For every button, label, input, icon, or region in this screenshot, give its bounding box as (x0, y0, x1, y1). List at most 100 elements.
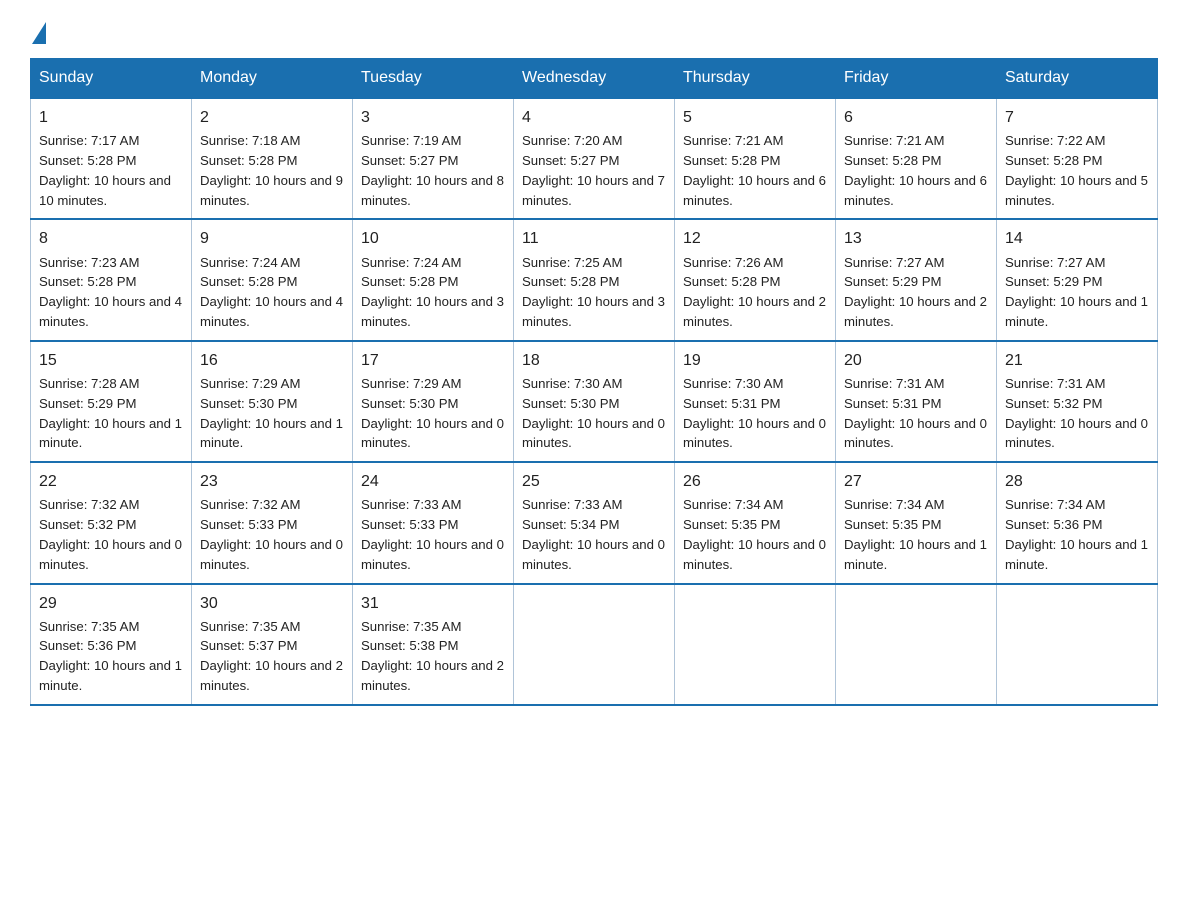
weekday-header-row: SundayMondayTuesdayWednesdayThursdayFrid… (31, 59, 1158, 99)
day-info: Sunrise: 7:18 AMSunset: 5:28 PMDaylight:… (200, 131, 344, 210)
calendar-cell: 24Sunrise: 7:33 AMSunset: 5:33 PMDayligh… (353, 462, 514, 583)
calendar-cell: 12 Sunrise: 7:26 AMSunset: 5:28 PMDayligh… (675, 219, 836, 340)
day-info: Sunrise: 7:21 AMSunset: 5:28 PMDaylight:… (844, 131, 988, 210)
calendar-cell: 14Sunrise: 7:27 AMSunset: 5:29 PMDayligh… (997, 219, 1158, 340)
day-number: 18 (522, 349, 666, 372)
calendar-week-row: 15Sunrise: 7:28 AMSunset: 5:29 PMDayligh… (31, 341, 1158, 462)
day-number: 30 (200, 592, 344, 615)
day-info: Sunrise: 7:26 AMSunset: 5:28 PMDaylight:… (683, 253, 827, 332)
day-number: 16 (200, 349, 344, 372)
day-info: Sunrise: 7:35 AMSunset: 5:38 PMDaylight:… (361, 617, 505, 696)
day-number: 1 (39, 106, 183, 129)
day-number: 27 (844, 470, 988, 493)
day-number: 24 (361, 470, 505, 493)
calendar-cell: 28Sunrise: 7:34 AMSunset: 5:36 PMDayligh… (997, 462, 1158, 583)
calendar-cell: 30Sunrise: 7:35 AMSunset: 5:37 PMDayligh… (192, 584, 353, 705)
day-number: 20 (844, 349, 988, 372)
calendar-cell: 5Sunrise: 7:21 AMSunset: 5:28 PMDaylight… (675, 98, 836, 219)
day-info: Sunrise: 7:27 AMSunset: 5:29 PMDaylight:… (1005, 253, 1149, 332)
calendar-cell: 15Sunrise: 7:28 AMSunset: 5:29 PMDayligh… (31, 341, 192, 462)
calendar-cell (514, 584, 675, 705)
calendar-cell: 1Sunrise: 7:17 AMSunset: 5:28 PMDaylight… (31, 98, 192, 219)
calendar-cell: 23Sunrise: 7:32 AMSunset: 5:33 PMDayligh… (192, 462, 353, 583)
calendar-week-row: 1Sunrise: 7:17 AMSunset: 5:28 PMDaylight… (31, 98, 1158, 219)
day-info: Sunrise: 7:28 AMSunset: 5:29 PMDaylight:… (39, 374, 183, 453)
weekday-header-saturday: Saturday (997, 59, 1158, 99)
day-info: Sunrise: 7:17 AMSunset: 5:28 PMDaylight:… (39, 131, 183, 210)
page-header (30, 20, 1158, 40)
calendar-cell: 3Sunrise: 7:19 AMSunset: 5:27 PMDaylight… (353, 98, 514, 219)
day-number: 13 (844, 227, 988, 250)
calendar-cell: 9Sunrise: 7:24 AMSunset: 5:28 PMDaylight… (192, 219, 353, 340)
calendar-cell: 11Sunrise: 7:25 AMSunset: 5:28 PMDayligh… (514, 219, 675, 340)
day-number: 26 (683, 470, 827, 493)
day-info: Sunrise: 7:35 AMSunset: 5:36 PMDaylight:… (39, 617, 183, 696)
day-info: Sunrise: 7:32 AMSunset: 5:32 PMDaylight:… (39, 495, 183, 574)
calendar-cell: 17Sunrise: 7:29 AMSunset: 5:30 PMDayligh… (353, 341, 514, 462)
calendar-cell: 10Sunrise: 7:24 AMSunset: 5:28 PMDayligh… (353, 219, 514, 340)
calendar-cell: 25Sunrise: 7:33 AMSunset: 5:34 PMDayligh… (514, 462, 675, 583)
calendar-cell: 16Sunrise: 7:29 AMSunset: 5:30 PMDayligh… (192, 341, 353, 462)
day-info: Sunrise: 7:33 AMSunset: 5:33 PMDaylight:… (361, 495, 505, 574)
calendar-cell: 7Sunrise: 7:22 AMSunset: 5:28 PMDaylight… (997, 98, 1158, 219)
day-number: 31 (361, 592, 505, 615)
day-info: Sunrise: 7:21 AMSunset: 5:28 PMDaylight:… (683, 131, 827, 210)
calendar-cell (836, 584, 997, 705)
day-info: Sunrise: 7:30 AMSunset: 5:31 PMDaylight:… (683, 374, 827, 453)
day-info: Sunrise: 7:32 AMSunset: 5:33 PMDaylight:… (200, 495, 344, 574)
day-info: Sunrise: 7:34 AMSunset: 5:36 PMDaylight:… (1005, 495, 1149, 574)
day-number: 12 (683, 227, 827, 250)
calendar-cell: 29Sunrise: 7:35 AMSunset: 5:36 PMDayligh… (31, 584, 192, 705)
day-info: Sunrise: 7:24 AMSunset: 5:28 PMDaylight:… (200, 253, 344, 332)
day-info: Sunrise: 7:22 AMSunset: 5:28 PMDaylight:… (1005, 131, 1149, 210)
day-info: Sunrise: 7:25 AMSunset: 5:28 PMDaylight:… (522, 253, 666, 332)
logo-triangle-icon (32, 22, 46, 44)
calendar-cell: 27Sunrise: 7:34 AMSunset: 5:35 PMDayligh… (836, 462, 997, 583)
weekday-header-monday: Monday (192, 59, 353, 99)
calendar-cell: 26Sunrise: 7:34 AMSunset: 5:35 PMDayligh… (675, 462, 836, 583)
day-info: Sunrise: 7:29 AMSunset: 5:30 PMDaylight:… (361, 374, 505, 453)
calendar-cell: 31Sunrise: 7:35 AMSunset: 5:38 PMDayligh… (353, 584, 514, 705)
calendar-cell: 19Sunrise: 7:30 AMSunset: 5:31 PMDayligh… (675, 341, 836, 462)
weekday-header-wednesday: Wednesday (514, 59, 675, 99)
calendar-cell: 13 Sunrise: 7:27 AMSunset: 5:29 PMDayligh… (836, 219, 997, 340)
calendar-cell: 22Sunrise: 7:32 AMSunset: 5:32 PMDayligh… (31, 462, 192, 583)
day-info: Sunrise: 7:34 AMSunset: 5:35 PMDaylight:… (844, 495, 988, 574)
day-number: 6 (844, 106, 988, 129)
day-number: 23 (200, 470, 344, 493)
day-number: 28 (1005, 470, 1149, 493)
day-number: 21 (1005, 349, 1149, 372)
day-info: Sunrise: 7:35 AMSunset: 5:37 PMDaylight:… (200, 617, 344, 696)
day-number: 17 (361, 349, 505, 372)
weekday-header-tuesday: Tuesday (353, 59, 514, 99)
day-info: Sunrise: 7:23 AMSunset: 5:28 PMDaylight:… (39, 253, 183, 332)
day-info: Sunrise: 7:20 AMSunset: 5:27 PMDaylight:… (522, 131, 666, 210)
day-number: 15 (39, 349, 183, 372)
weekday-header-friday: Friday (836, 59, 997, 99)
day-number: 10 (361, 227, 505, 250)
calendar-table: SundayMondayTuesdayWednesdayThursdayFrid… (30, 58, 1158, 706)
logo (30, 20, 46, 40)
day-number: 3 (361, 106, 505, 129)
day-number: 5 (683, 106, 827, 129)
day-info: Sunrise: 7:29 AMSunset: 5:30 PMDaylight:… (200, 374, 344, 453)
day-info: Sunrise: 7:19 AMSunset: 5:27 PMDaylight:… (361, 131, 505, 210)
calendar-cell: 6Sunrise: 7:21 AMSunset: 5:28 PMDaylight… (836, 98, 997, 219)
day-number: 25 (522, 470, 666, 493)
calendar-cell (675, 584, 836, 705)
calendar-cell: 21Sunrise: 7:31 AMSunset: 5:32 PMDayligh… (997, 341, 1158, 462)
calendar-week-row: 29Sunrise: 7:35 AMSunset: 5:36 PMDayligh… (31, 584, 1158, 705)
calendar-cell: 20Sunrise: 7:31 AMSunset: 5:31 PMDayligh… (836, 341, 997, 462)
calendar-week-row: 8 Sunrise: 7:23 AMSunset: 5:28 PMDaylight… (31, 219, 1158, 340)
day-info: Sunrise: 7:27 AMSunset: 5:29 PMDaylight:… (844, 253, 988, 332)
day-number: 8 (39, 227, 183, 250)
day-number: 22 (39, 470, 183, 493)
day-info: Sunrise: 7:34 AMSunset: 5:35 PMDaylight:… (683, 495, 827, 574)
day-number: 19 (683, 349, 827, 372)
day-info: Sunrise: 7:33 AMSunset: 5:34 PMDaylight:… (522, 495, 666, 574)
day-number: 2 (200, 106, 344, 129)
weekday-header-thursday: Thursday (675, 59, 836, 99)
day-number: 4 (522, 106, 666, 129)
calendar-cell (997, 584, 1158, 705)
calendar-cell: 8 Sunrise: 7:23 AMSunset: 5:28 PMDaylight… (31, 219, 192, 340)
